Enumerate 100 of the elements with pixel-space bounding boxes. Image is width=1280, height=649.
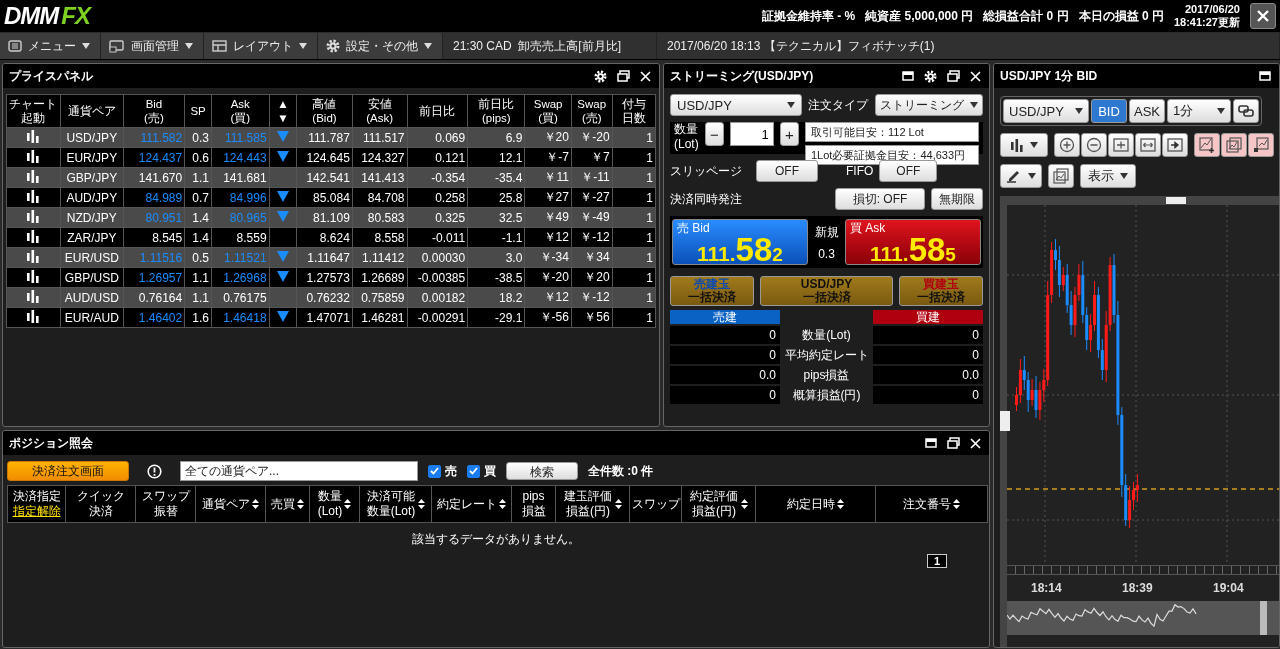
table-cell: 0 [670, 386, 780, 404]
sort-icon[interactable] [417, 499, 425, 509]
row-label: pips損益 [802, 367, 851, 384]
export-chart-button[interactable] [1248, 133, 1274, 157]
news-ticker[interactable]: 21:30 CAD 卸売売上高[前月比] [443, 33, 657, 59]
sort-icon[interactable] [614, 499, 622, 509]
sort-icon[interactable] [297, 499, 304, 509]
chart-launch-icon[interactable] [26, 249, 41, 263]
caret-icon [970, 102, 978, 108]
column-header: チャート起動 [8, 97, 59, 125]
minimize-icon[interactable] [925, 438, 937, 448]
caret-icon [1030, 142, 1038, 148]
chart-type-button[interactable] [1000, 133, 1048, 157]
table-cell: 0 [670, 346, 780, 364]
caret-icon [1217, 108, 1225, 114]
empty-message: 該当するデータがありません。 [411, 531, 581, 548]
column-header: 安値 (Ask) [366, 98, 394, 124]
page-number[interactable]: 1 [926, 554, 947, 568]
checkbox[interactable] [428, 464, 441, 478]
spread-value: 0.3 [818, 246, 835, 261]
price-side-toggle[interactable]: BID [1091, 99, 1127, 123]
navigator-sparkline[interactable] [1007, 601, 1279, 635]
sell-button[interactable]: 売 Bid 111.582 [672, 219, 808, 265]
sort-icon[interactable] [344, 499, 352, 509]
zoom-in-button[interactable] [1054, 133, 1080, 157]
scrollbar[interactable] [1000, 205, 1007, 647]
chart-launch-icon[interactable] [26, 189, 41, 203]
caret-icon [424, 43, 432, 49]
interval-dropdown[interactable]: 1分 [1167, 99, 1231, 123]
sort-icon[interactable] [953, 499, 960, 509]
chart-window-button[interactable] [1048, 164, 1074, 188]
alert-icon[interactable] [147, 463, 162, 479]
account-stat: 純資産 5,000,000 円 [865, 7, 974, 25]
quantity-field[interactable]: 1 [729, 122, 774, 146]
settle-order-button[interactable]: 決済注文画面 [7, 461, 129, 481]
chart-launch-icon[interactable] [26, 269, 41, 283]
search-button[interactable]: 検索 [506, 462, 578, 480]
news-ticker[interactable]: 2017/06/20 18:13 【テクニカル】フィボナッチ(1) [657, 33, 1280, 59]
price-side-toggle[interactable]: ASK [1129, 99, 1165, 123]
table-cell: 0 [670, 326, 780, 344]
restore-icon[interactable] [947, 437, 960, 449]
chart-launch-icon[interactable] [26, 209, 41, 223]
column-header: 通貨ペア [67, 105, 116, 117]
view-button[interactable]: 表示 [1080, 164, 1136, 188]
sort-icon[interactable] [837, 499, 844, 509]
chart-launch-icon[interactable] [26, 129, 41, 143]
pair-dropdown[interactable]: USD/JPY [670, 94, 802, 116]
checkbox[interactable] [467, 464, 480, 478]
table-cell: 0 [873, 326, 983, 344]
chart-launch-icon[interactable] [26, 289, 41, 303]
close-icon[interactable] [970, 437, 981, 449]
chart-launch-icon[interactable] [26, 149, 41, 163]
add-chart-button[interactable] [1194, 133, 1220, 157]
stop-loss-button[interactable]: 損切: OFF [835, 188, 925, 210]
bulk-settle-button[interactable]: USD/JPY 一括決済 [760, 276, 893, 306]
order-type-dropdown[interactable]: ストリーミング [875, 94, 983, 116]
chart-launch-icon[interactable] [26, 169, 41, 183]
sort-icon[interactable] [499, 499, 506, 509]
close-button[interactable] [1250, 3, 1276, 29]
scroll-handle[interactable] [1000, 411, 1010, 431]
restore-icon[interactable] [947, 70, 960, 82]
increment-button[interactable]: + [779, 122, 799, 146]
settings-icon[interactable] [594, 69, 607, 83]
zoom-out-button[interactable] [1081, 133, 1107, 157]
compare-chart-button[interactable] [1221, 133, 1247, 157]
chart-launch-icon[interactable] [26, 309, 41, 323]
restore-icon[interactable] [617, 70, 630, 82]
scroll-right-button[interactable] [1162, 133, 1188, 157]
close-icon[interactable] [970, 70, 981, 82]
chart-plus-icon [1199, 137, 1215, 153]
fit-button[interactable] [1108, 133, 1134, 157]
buy-button[interactable]: 買 Ask 111.585 [845, 219, 981, 265]
scroll-handle[interactable] [1166, 197, 1186, 204]
chart-copy-icon [1226, 137, 1242, 153]
settings-icon[interactable] [924, 69, 937, 83]
pair-filter-field[interactable]: 全ての通貨ペア... [180, 461, 418, 481]
minimize-icon[interactable] [1259, 71, 1271, 81]
drawing-tool-button[interactable] [1000, 164, 1042, 188]
fifo-toggle[interactable]: OFF [879, 160, 938, 182]
table-cell: 0.0 [873, 366, 983, 384]
minimize-icon[interactable] [902, 71, 914, 81]
chart-launch-icon[interactable] [26, 229, 41, 243]
axis-label: 19:04 [1213, 581, 1244, 595]
slippage-toggle[interactable]: OFF [756, 160, 818, 182]
caret-icon [82, 43, 90, 49]
order-type-label: 注文タイプ [808, 97, 868, 113]
caret-icon [299, 43, 307, 49]
clear-link[interactable]: 指定解除 [12, 504, 61, 519]
sort-icon[interactable] [252, 499, 259, 509]
link-button[interactable] [1233, 99, 1259, 123]
scrollbar[interactable] [1000, 196, 1279, 205]
expiry-button[interactable]: 無期限 [931, 188, 983, 210]
checkbox-label: 売 [445, 462, 457, 480]
table-cell: 0 [873, 346, 983, 364]
decrement-button[interactable]: − [704, 122, 724, 146]
pair-dropdown[interactable]: USD/JPY [1003, 99, 1089, 123]
close-icon[interactable] [640, 70, 651, 82]
expand-button[interactable] [1135, 133, 1161, 157]
sort-icon[interactable] [740, 499, 748, 509]
arrow-right-icon [1167, 138, 1183, 152]
